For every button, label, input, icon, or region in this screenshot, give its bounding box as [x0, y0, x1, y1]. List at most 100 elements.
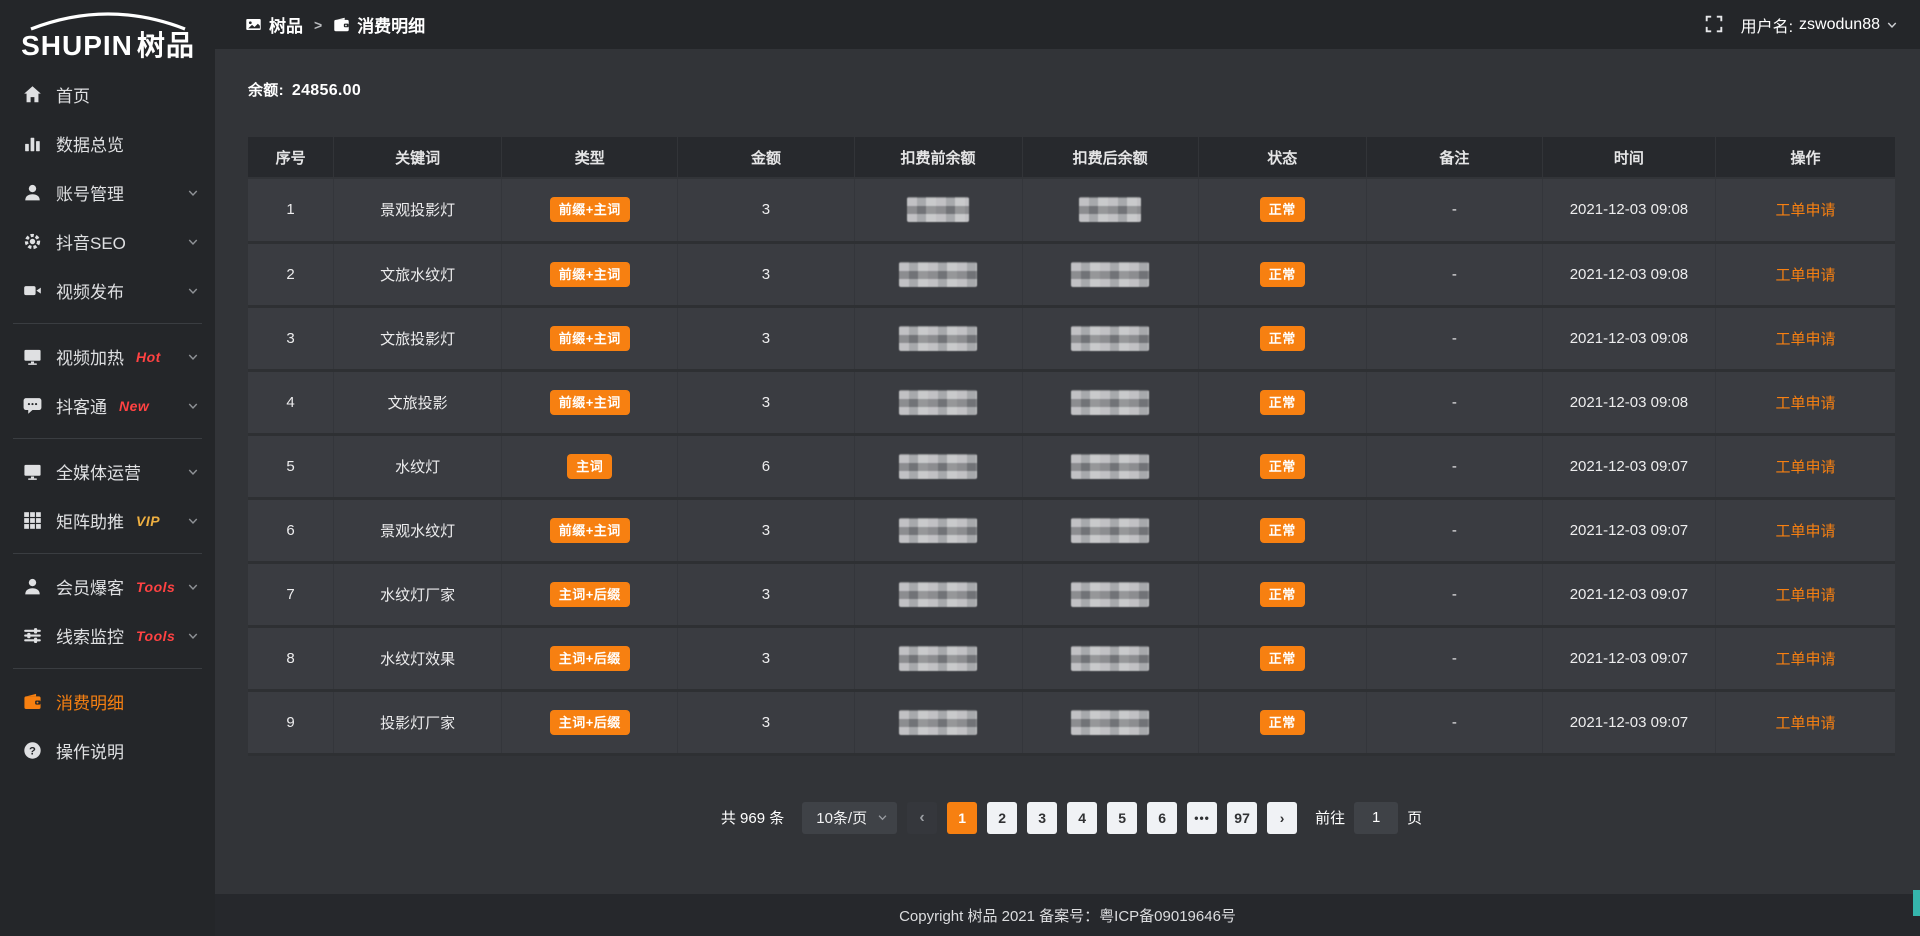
- table-body: 1 景观投影灯 前缀+主词 3 正常 - 2021-12-03 09:08 工单…: [248, 178, 1895, 754]
- sidebar-item-badge: New: [119, 398, 149, 414]
- cell-type: 前缀+主词: [502, 498, 678, 562]
- work-order-link[interactable]: 工单申请: [1775, 395, 1835, 412]
- window-icon: [245, 16, 262, 33]
- cell-time: 2021-12-03 09:08: [1542, 178, 1715, 242]
- cell-index: 2: [248, 242, 334, 306]
- cell-remark: -: [1366, 370, 1542, 434]
- page-number-button[interactable]: 97: [1227, 802, 1257, 834]
- sidebar-item-badge: Tools: [136, 579, 175, 595]
- chevron-down-icon: [187, 466, 199, 478]
- balance-line: 余额:24856.00: [248, 79, 1895, 100]
- table-row: 7 水纹灯厂家 主词+后缀 3 正常 - 2021-12-03 09:07 工单…: [248, 562, 1895, 626]
- page-number-button[interactable]: 6: [1147, 802, 1177, 834]
- work-order-link[interactable]: 工单申请: [1775, 651, 1835, 668]
- gear-icon: [23, 232, 42, 251]
- work-order-link[interactable]: 工单申请: [1775, 202, 1835, 219]
- cell-remark: -: [1366, 562, 1542, 626]
- goto-page-input[interactable]: [1354, 802, 1398, 834]
- content-area: 余额:24856.00 序号关键词类型金额扣费前余额扣费后余额状态备注时间操作 …: [215, 49, 1920, 894]
- cell-keyword: 水纹灯: [334, 434, 502, 498]
- work-order-link[interactable]: 工单申请: [1775, 523, 1835, 540]
- sidebar-item[interactable]: 视频发布: [0, 266, 215, 315]
- user-menu[interactable]: 用户名: zswodun88: [1741, 13, 1898, 37]
- cell-type: 前缀+主词: [502, 178, 678, 242]
- prev-page-button[interactable]: ‹: [907, 802, 937, 834]
- breadcrumb-item-home[interactable]: 树品: [245, 12, 303, 37]
- goto-label: 前往: [1315, 807, 1345, 828]
- chevron-down-icon: [1886, 19, 1898, 31]
- sidebar-item[interactable]: 抖客通New: [0, 381, 215, 430]
- status-badge: 正常: [1260, 646, 1305, 671]
- sidebar-item-label: 操作说明: [56, 738, 124, 763]
- logo-arc: [31, 14, 185, 29]
- masked-balance-after: [1071, 710, 1149, 735]
- type-badge: 主词+后缀: [550, 710, 630, 735]
- table-header-row: 序号关键词类型金额扣费前余额扣费后余额状态备注时间操作: [248, 137, 1895, 178]
- fullscreen-button[interactable]: [1705, 15, 1725, 35]
- work-order-link[interactable]: 工单申请: [1775, 459, 1835, 476]
- cell-keyword: 水纹灯厂家: [334, 562, 502, 626]
- cell-time: 2021-12-03 09:07: [1542, 498, 1715, 562]
- sidebar-item[interactable]: 视频加热Hot: [0, 332, 215, 381]
- work-order-link[interactable]: 工单申请: [1775, 587, 1835, 604]
- cell-balance-before: [854, 498, 1022, 562]
- sidebar-item[interactable]: ?操作说明: [0, 726, 215, 775]
- sidebar-item[interactable]: 消费明细: [0, 677, 215, 726]
- page-size-select[interactable]: 10条/页: [802, 802, 897, 834]
- cell-type: 主词: [502, 434, 678, 498]
- work-order-link[interactable]: 工单申请: [1775, 331, 1835, 348]
- page-number-button[interactable]: 3: [1027, 802, 1057, 834]
- sidebar-nav: 首页数据总览账号管理抖音SEO 视频发布视频加热Hot抖客通New 全媒体运营矩阵助…: [0, 68, 215, 775]
- next-page-button[interactable]: ›: [1267, 802, 1297, 834]
- masked-balance-before: [899, 710, 977, 735]
- masked-balance-after: [1071, 518, 1149, 543]
- cell-amount: 3: [678, 306, 854, 370]
- masked-balance-before: [899, 262, 977, 287]
- page-number-button[interactable]: 2: [987, 802, 1017, 834]
- sidebar-item[interactable]: 线索监控Tools: [0, 611, 215, 660]
- logo[interactable]: SHUPIN树品: [0, 0, 215, 68]
- cell-action: 工单申请: [1715, 626, 1895, 690]
- cell-remark: -: [1366, 626, 1542, 690]
- goto-suffix: 页: [1407, 807, 1422, 828]
- user-icon: [23, 183, 42, 202]
- pagination-total: 共 969 条: [721, 807, 784, 828]
- sidebar-item[interactable]: 抖音SEO: [0, 217, 215, 266]
- sidebar-item-label: 线索监控: [56, 623, 124, 648]
- chevron-down-icon: [187, 630, 199, 642]
- sidebar-item-label: 会员爆客: [56, 574, 124, 599]
- cell-amount: 3: [678, 178, 854, 242]
- sidebar-item[interactable]: 数据总览: [0, 119, 215, 168]
- username-label: 用户名:: [1741, 13, 1793, 37]
- work-order-link[interactable]: 工单申请: [1775, 715, 1835, 732]
- cell-balance-before: [854, 306, 1022, 370]
- sidebar-item[interactable]: 账号管理: [0, 168, 215, 217]
- masked-balance-before: [899, 390, 977, 415]
- cell-index: 7: [248, 562, 334, 626]
- cell-remark: -: [1366, 434, 1542, 498]
- sidebar-item[interactable]: 矩阵助推VIP: [0, 496, 215, 545]
- breadcrumb-label: 消费明细: [357, 12, 425, 37]
- page-number-button[interactable]: 4: [1067, 802, 1097, 834]
- masked-balance-after: [1071, 326, 1149, 351]
- table-row: 8 水纹灯效果 主词+后缀 3 正常 - 2021-12-03 09:07 工单…: [248, 626, 1895, 690]
- work-order-link[interactable]: 工单申请: [1775, 267, 1835, 284]
- main-column: 树品 > 消费明细 用户名: zswodun88 余额:24856.00: [215, 0, 1920, 936]
- table-row: 2 文旅水纹灯 前缀+主词 3 正常 - 2021-12-03 09:08 工单…: [248, 242, 1895, 306]
- sidebar-divider: [13, 668, 202, 669]
- type-badge: 前缀+主词: [550, 262, 630, 287]
- fullscreen-icon: [1705, 15, 1723, 33]
- chart-icon: [23, 134, 42, 153]
- page-number-button[interactable]: 1: [947, 802, 977, 834]
- page-number-button[interactable]: 5: [1107, 802, 1137, 834]
- cell-status: 正常: [1198, 434, 1366, 498]
- sidebar-item[interactable]: 会员爆客 Tools: [0, 562, 215, 611]
- sidebar-item-label: 抖音SEO: [56, 229, 126, 254]
- sidebar-item[interactable]: 首页: [0, 70, 215, 119]
- sidebar-item-label: 数据总览: [56, 131, 124, 156]
- cell-type: 前缀+主词: [502, 370, 678, 434]
- breadcrumb-item-current[interactable]: 消费明细: [333, 12, 425, 37]
- cell-remark: -: [1366, 242, 1542, 306]
- sidebar-item[interactable]: 全媒体运营: [0, 447, 215, 496]
- page-ellipsis-button[interactable]: •••: [1187, 802, 1217, 834]
